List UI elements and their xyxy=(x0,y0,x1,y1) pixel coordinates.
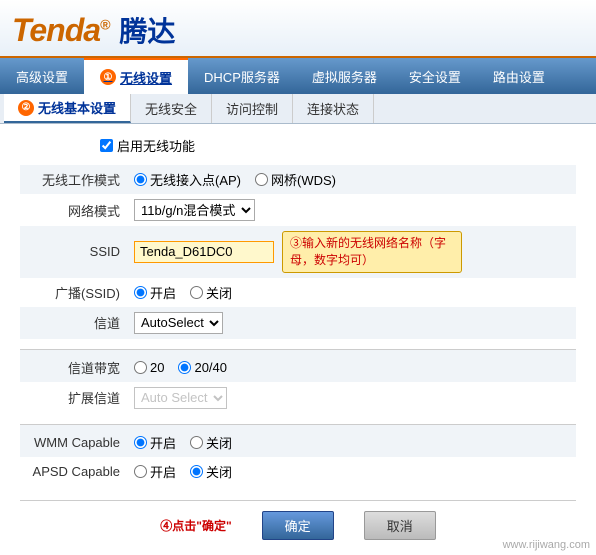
badge-2: ② xyxy=(18,100,34,116)
nav-item-wireless[interactable]: ①无线设置 xyxy=(84,58,188,94)
broadcast-off-text: 关闭 xyxy=(206,283,232,302)
step4-label: ④点击"确定" xyxy=(160,517,231,534)
wireless-mode-options: 无线接入点(AP) 网桥(WDS) xyxy=(130,165,576,194)
bw-2040-radio[interactable] xyxy=(178,361,191,374)
mode-ap-label[interactable]: 无线接入点(AP) xyxy=(134,170,241,189)
mode-wds-text: 网桥(WDS) xyxy=(271,170,336,189)
apsd-on-radio[interactable] xyxy=(134,465,147,478)
enable-wireless-checkbox[interactable] xyxy=(100,139,113,152)
apsd-off-radio[interactable] xyxy=(190,465,203,478)
ext-channel-row: 扩展信道 Auto Select xyxy=(20,382,576,414)
mode-wds-radio[interactable] xyxy=(255,173,268,186)
ssid-label: SSID xyxy=(20,226,130,278)
sub-nav-basic[interactable]: ②无线基本设置 xyxy=(4,94,131,123)
ssid-callout: ③输入新的无线网络名称（字母，数字均可） xyxy=(282,231,462,273)
broadcast-off-radio[interactable] xyxy=(190,286,203,299)
sub-basic-label: 无线基本设置 xyxy=(38,98,116,117)
bw-2040-text: 20/40 xyxy=(194,360,227,375)
bw-20-radio[interactable] xyxy=(134,361,147,374)
top-nav: 高级设置 ①无线设置 DHCP服务器 虚拟服务器 安全设置 路由设置 xyxy=(0,58,596,94)
cancel-button[interactable]: 取消 xyxy=(364,511,436,540)
apsd-off-label[interactable]: 关闭 xyxy=(190,462,232,481)
enable-wireless-row: 启用无线功能 xyxy=(100,136,576,155)
confirm-button[interactable]: 确定 xyxy=(262,511,334,540)
settings-table: 无线工作模式 无线接入点(AP) 网桥(WDS) 网络模式 xyxy=(20,165,576,486)
nav-wireless-label: 无线设置 xyxy=(120,68,172,87)
nav-item-dhcp[interactable]: DHCP服务器 xyxy=(188,58,296,94)
mode-ap-text: 无线接入点(AP) xyxy=(150,170,241,189)
broadcast-row: 广播(SSID) 开启 关闭 xyxy=(20,278,576,307)
wireless-mode-row: 无线工作模式 无线接入点(AP) 网桥(WDS) xyxy=(20,165,576,194)
wmm-off-text: 关闭 xyxy=(206,433,232,452)
header: Tenda® 腾达 xyxy=(0,0,596,58)
logo-tenda-text: Tenda xyxy=(12,12,100,48)
ssid-row: SSID ③输入新的无线网络名称（字母，数字均可） xyxy=(20,226,576,278)
bandwidth-row: 信道带宽 20 20/40 xyxy=(20,349,576,382)
channel-row: 信道 AutoSelect xyxy=(20,307,576,339)
button-row: ④点击"确定" 确定 取消 xyxy=(20,500,576,540)
net-mode-row: 网络模式 11b/g/n混合模式 xyxy=(20,194,576,226)
apsd-on-label[interactable]: 开启 xyxy=(134,462,176,481)
sub-nav-status[interactable]: 连接状态 xyxy=(293,94,374,123)
bw-20-label[interactable]: 20 xyxy=(134,360,164,375)
sub-nav: ②无线基本设置 无线安全 访问控制 连接状态 xyxy=(0,94,596,124)
nav-item-route[interactable]: 路由设置 xyxy=(477,58,561,94)
channel-label: 信道 xyxy=(20,307,130,339)
sub-nav-access[interactable]: 访问控制 xyxy=(212,94,293,123)
nav-item-security[interactable]: 安全设置 xyxy=(393,58,477,94)
logo-reg: ® xyxy=(100,16,109,32)
mode-wds-label[interactable]: 网桥(WDS) xyxy=(255,170,336,189)
broadcast-label: 广播(SSID) xyxy=(20,278,130,307)
watermark: www.rijiwang.com xyxy=(503,539,590,551)
ext-channel-label: 扩展信道 xyxy=(20,382,130,414)
badge-1: ① xyxy=(100,69,116,85)
logo-cn: 腾达 xyxy=(119,10,175,50)
bw-2040-label[interactable]: 20/40 xyxy=(178,360,227,375)
wmm-on-radio[interactable] xyxy=(134,436,147,449)
net-mode-select[interactable]: 11b/g/n混合模式 xyxy=(134,199,255,221)
mode-ap-radio[interactable] xyxy=(134,173,147,186)
broadcast-on-radio[interactable] xyxy=(134,286,147,299)
apsd-on-text: 开启 xyxy=(150,462,176,481)
broadcast-on-label[interactable]: 开启 xyxy=(134,283,176,302)
wmm-row: WMM Capable 开启 关闭 xyxy=(20,424,576,457)
bandwidth-label: 信道带宽 xyxy=(20,349,130,382)
sub-nav-security[interactable]: 无线安全 xyxy=(131,94,212,123)
ext-channel-select[interactable]: Auto Select xyxy=(134,387,227,409)
bw-20-text: 20 xyxy=(150,360,164,375)
apsd-off-text: 关闭 xyxy=(206,462,232,481)
nav-item-advanced[interactable]: 高级设置 xyxy=(0,58,84,94)
broadcast-off-label[interactable]: 关闭 xyxy=(190,283,232,302)
wmm-on-text: 开启 xyxy=(150,433,176,452)
nav-item-virtual[interactable]: 虚拟服务器 xyxy=(296,58,393,94)
logo-tenda: Tenda® xyxy=(12,12,109,49)
channel-select[interactable]: AutoSelect xyxy=(134,312,223,334)
wmm-on-label[interactable]: 开启 xyxy=(134,433,176,452)
apsd-row: APSD Capable 开启 关闭 xyxy=(20,457,576,486)
broadcast-on-text: 开启 xyxy=(150,283,176,302)
net-mode-label: 网络模式 xyxy=(20,194,130,226)
ssid-input[interactable] xyxy=(134,241,274,263)
content: 启用无线功能 无线工作模式 无线接入点(AP) 网桥(WDS) xyxy=(0,124,596,552)
wmm-off-label[interactable]: 关闭 xyxy=(190,433,232,452)
apsd-label: APSD Capable xyxy=(20,457,130,486)
wireless-mode-label: 无线工作模式 xyxy=(20,165,130,194)
wmm-off-radio[interactable] xyxy=(190,436,203,449)
wmm-label: WMM Capable xyxy=(20,424,130,457)
enable-wireless-label[interactable]: 启用无线功能 xyxy=(117,136,195,155)
